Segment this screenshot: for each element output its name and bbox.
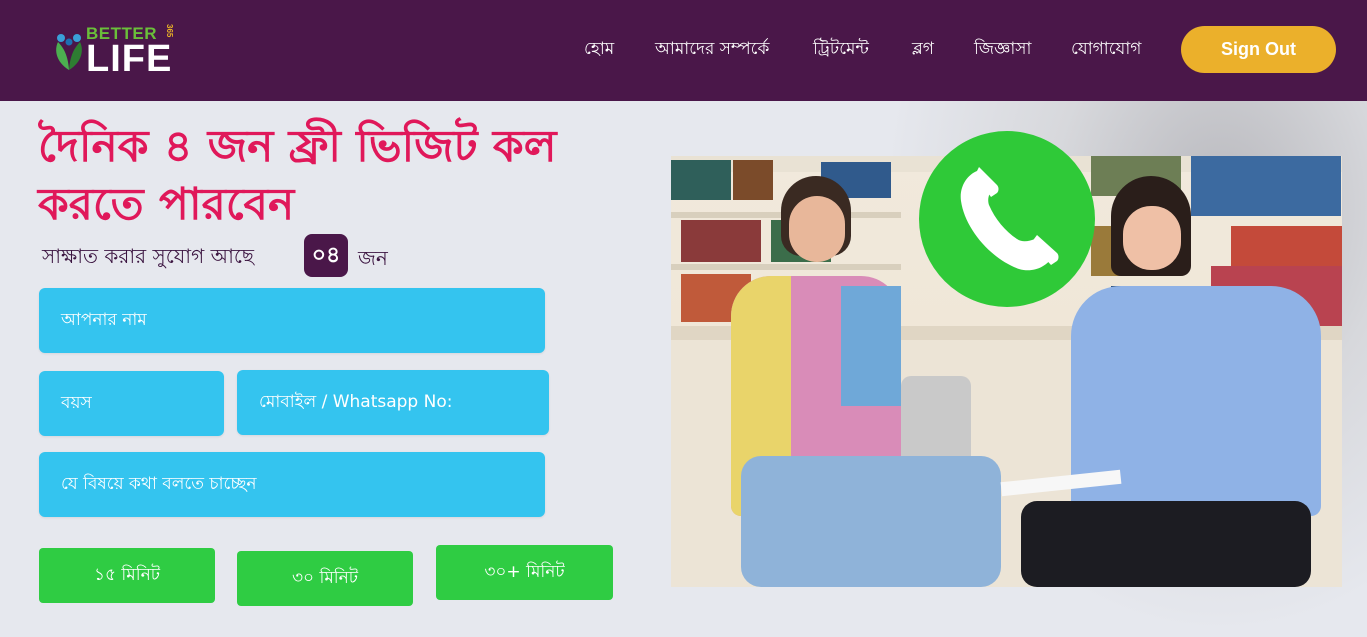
duration-15-button[interactable]: ১৫ মিনিট bbox=[39, 548, 215, 603]
duration-30-button[interactable]: ৩০ মিনিট bbox=[237, 551, 413, 606]
logo[interactable]: BETTER 365 LIFE bbox=[52, 24, 182, 80]
name-placeholder: আপনার নাম bbox=[61, 309, 147, 330]
availability-text: সাক্ষাত করার সুযোগ আছে bbox=[42, 244, 255, 268]
phone-icon bbox=[960, 167, 1059, 271]
name-input[interactable]: আপনার নাম bbox=[39, 288, 545, 353]
nav-home[interactable]: হোম bbox=[584, 36, 614, 64]
mobile-placeholder: মোবাইল / Whatsapp No: bbox=[259, 391, 453, 412]
site-header: BETTER 365 LIFE হোম আমাদের সম্পর্কে ট্রি… bbox=[0, 0, 1367, 101]
people-leaf-icon bbox=[56, 34, 82, 70]
logo-text-365: 365 bbox=[165, 24, 174, 38]
call-badge[interactable] bbox=[919, 131, 1095, 307]
nav-contact[interactable]: যোগাযোগ bbox=[1071, 36, 1141, 64]
mobile-input[interactable]: মোবাইল / Whatsapp No: bbox=[237, 370, 549, 435]
duration-30-plus-button[interactable]: ৩০+ মিনিট bbox=[436, 545, 613, 600]
nav-treatment[interactable]: ট্রিটমেন্ট bbox=[813, 36, 869, 64]
topic-placeholder: যে বিষয়ে কথা বলতে চাচ্ছেন bbox=[61, 473, 257, 494]
nav-faq[interactable]: জিজ্ঞাসা bbox=[974, 36, 1031, 64]
age-placeholder: বয়স bbox=[61, 392, 92, 413]
nav-blog[interactable]: ব্লগ bbox=[912, 36, 934, 64]
sign-out-button[interactable]: Sign Out bbox=[1181, 26, 1336, 73]
age-input[interactable]: বয়স bbox=[39, 371, 224, 436]
hero-heading-line1: দৈনিক ৪ জন ফ্রী ভিজিট কল bbox=[38, 121, 557, 172]
topic-input[interactable]: যে বিষয়ে কথা বলতে চাচ্ছেন bbox=[39, 452, 545, 517]
availability-unit: জন bbox=[358, 246, 388, 270]
hero-heading: দৈনিক ৪ জন ফ্রী ভিজিট কল করতে পারবেন bbox=[38, 118, 638, 234]
logo-text-life: LIFE bbox=[86, 38, 173, 80]
availability-count-badge: ০৪ bbox=[304, 234, 348, 277]
nav-about[interactable]: আমাদের সম্পর্কে bbox=[655, 36, 769, 64]
hero-heading-line2: করতে পারবেন bbox=[38, 179, 295, 230]
